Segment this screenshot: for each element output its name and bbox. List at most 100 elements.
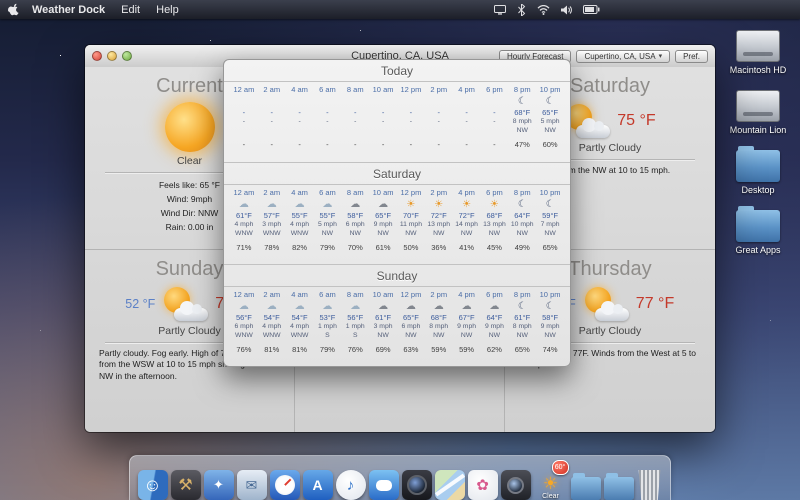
photo-booth-icon[interactable] xyxy=(402,470,432,500)
minimize-button[interactable] xyxy=(107,51,117,61)
hour-humidity: - xyxy=(410,140,413,149)
hour-wind-dir: NW xyxy=(322,230,333,239)
hour-cell: 6 am☁53°F1 mphS79% xyxy=(314,290,342,364)
sun-icon: ☀ xyxy=(406,198,415,211)
app-store-icon[interactable]: A xyxy=(303,470,333,500)
desktop-icon-macintosh-hd[interactable]: Macintosh HD xyxy=(730,30,787,75)
pref-button[interactable]: Pref. xyxy=(675,50,708,63)
hour-wind-speed: 9 mph xyxy=(374,221,393,230)
hour-wind-speed: 6 mph xyxy=(346,221,365,230)
menu-bar: Weather Dock Edit Help xyxy=(0,0,800,19)
hour-humidity: 76% xyxy=(236,345,251,354)
saturday-high-temp: 75 °F xyxy=(617,112,655,130)
apple-menu[interactable] xyxy=(8,3,20,16)
bluetooth-icon[interactable] xyxy=(517,4,526,16)
photos-icon[interactable]: ✿ xyxy=(468,470,498,500)
hour-cell: 8 pm☾68°F8 mphNW47% xyxy=(508,85,536,160)
moon-icon: ☾ xyxy=(518,95,527,108)
wifi-icon[interactable] xyxy=(537,5,550,15)
hour-wind-speed: 6 mph xyxy=(401,323,420,332)
weather-dock-icon[interactable]: 60°☀Clear xyxy=(534,462,568,500)
battery-icon[interactable] xyxy=(583,5,600,14)
hour-time: 8 pm xyxy=(514,188,531,198)
menu-help[interactable]: Help xyxy=(156,4,179,16)
partly-cloudy-icon xyxy=(162,287,208,321)
hour-cell: 2 pm☀72°F13 mphNW36% xyxy=(425,188,453,262)
hour-wind-dir: NW xyxy=(517,332,528,341)
camera-app-icon[interactable] xyxy=(501,470,531,500)
fog-icon: ☁ xyxy=(350,300,360,313)
hour-wind-speed: - xyxy=(243,118,245,127)
fog-icon: ☁ xyxy=(267,300,277,313)
finder-icon[interactable]: ☺ xyxy=(138,470,168,500)
sun-icon: ☀ xyxy=(490,198,499,211)
desktop-icon-great-apps[interactable]: Great Apps xyxy=(735,210,780,255)
hour-time: 8 am xyxy=(347,85,364,95)
hour-humidity: 78% xyxy=(264,243,279,252)
hour-cell: 10 am☁65°F9 mphNW61% xyxy=(369,188,397,262)
hour-humidity: - xyxy=(270,140,273,149)
hour-cell: 8 pm☾61°F8 mphNW65% xyxy=(508,290,536,364)
hour-humidity: - xyxy=(298,140,301,149)
fog-icon: ☁ xyxy=(322,198,332,211)
hour-wind-dir: NW xyxy=(544,127,555,136)
hour-wind-dir: WNW xyxy=(235,230,253,239)
hour-cell: 4 am--- xyxy=(286,85,314,160)
folder-icon-2[interactable] xyxy=(604,477,634,500)
hour-humidity: 62% xyxy=(487,345,502,354)
hour-temp: 61°F xyxy=(375,313,391,323)
desktop-icons: Macintosh HD Mountain Lion Desktop Great Ap… xyxy=(720,30,796,255)
menu-edit[interactable]: Edit xyxy=(121,4,140,16)
hour-humidity: 65% xyxy=(543,243,558,252)
safari-icon[interactable] xyxy=(270,470,300,500)
messages-icon[interactable] xyxy=(369,470,399,500)
hour-wind-speed: 14 mph xyxy=(455,221,478,230)
hour-wind-dir: NW xyxy=(544,230,555,239)
hourly-section-title: Today xyxy=(224,60,570,82)
hour-wind-dir: NW xyxy=(489,332,500,341)
hour-humidity: 76% xyxy=(348,345,363,354)
location-select[interactable]: Cupertino, CA, USA ▾ xyxy=(576,50,670,63)
hour-cell: 12 pm☁65°F6 mphNW63% xyxy=(397,290,425,364)
desktop-icon-mountain-lion[interactable]: Mountain Lion xyxy=(730,90,787,135)
hour-wind-speed: - xyxy=(271,118,273,127)
hour-time: 4 am xyxy=(291,188,308,198)
menu-weather-dock[interactable]: Weather Dock xyxy=(32,4,105,16)
hour-time: 6 pm xyxy=(486,290,503,300)
zoom-button[interactable] xyxy=(122,51,132,61)
folder-icon-1[interactable] xyxy=(571,477,601,500)
hour-time: 12 pm xyxy=(400,290,421,300)
hour-time: 8 pm xyxy=(514,290,531,300)
hour-time: 2 pm xyxy=(430,85,447,95)
desktop-icon-desktop[interactable]: Desktop xyxy=(736,150,780,195)
location-select-value: Cupertino, CA, USA xyxy=(584,52,655,61)
moon-icon: ☾ xyxy=(518,300,527,313)
desktop: Weather Dock Edit Help Macintosh HD Mountai… xyxy=(0,0,800,500)
thursday-high-temp: 77 °F xyxy=(636,295,674,313)
mail-icon[interactable]: ✉ xyxy=(237,470,267,500)
hammer-app-icon[interactable]: ⚒ xyxy=(171,470,201,500)
hour-wind-speed: 8 mph xyxy=(513,323,532,332)
maps-icon[interactable] xyxy=(435,470,465,500)
hour-time: 8 am xyxy=(347,188,364,198)
hour-humidity: 81% xyxy=(292,345,307,354)
hour-temp: 67°F xyxy=(459,313,475,323)
hourly-forecast-popup: Today12 am---2 am---4 am---6 am---8 am--… xyxy=(223,59,571,367)
hour-cell: 10 pm☾58°F9 mphNW74% xyxy=(536,290,564,364)
fog-icon: ☁ xyxy=(295,198,305,211)
hour-temp: 58°F xyxy=(542,313,558,323)
display-icon[interactable] xyxy=(494,5,506,15)
sun-icon: ☀ xyxy=(434,198,443,211)
volume-icon[interactable] xyxy=(561,5,572,15)
hour-wind-speed: 1 mph xyxy=(346,323,365,332)
trash-icon[interactable] xyxy=(637,470,663,500)
hour-wind-speed: - xyxy=(493,118,495,127)
hour-temp: 65°F xyxy=(375,211,391,221)
hour-wind-dir: WNW xyxy=(263,332,281,341)
hour-temp: - xyxy=(298,108,301,118)
hour-humidity: 63% xyxy=(403,345,418,354)
hour-humidity: - xyxy=(437,140,440,149)
blue-app-icon[interactable]: ✦ xyxy=(204,470,234,500)
itunes-icon[interactable]: ♪ xyxy=(336,470,366,500)
close-button[interactable] xyxy=(92,51,102,61)
